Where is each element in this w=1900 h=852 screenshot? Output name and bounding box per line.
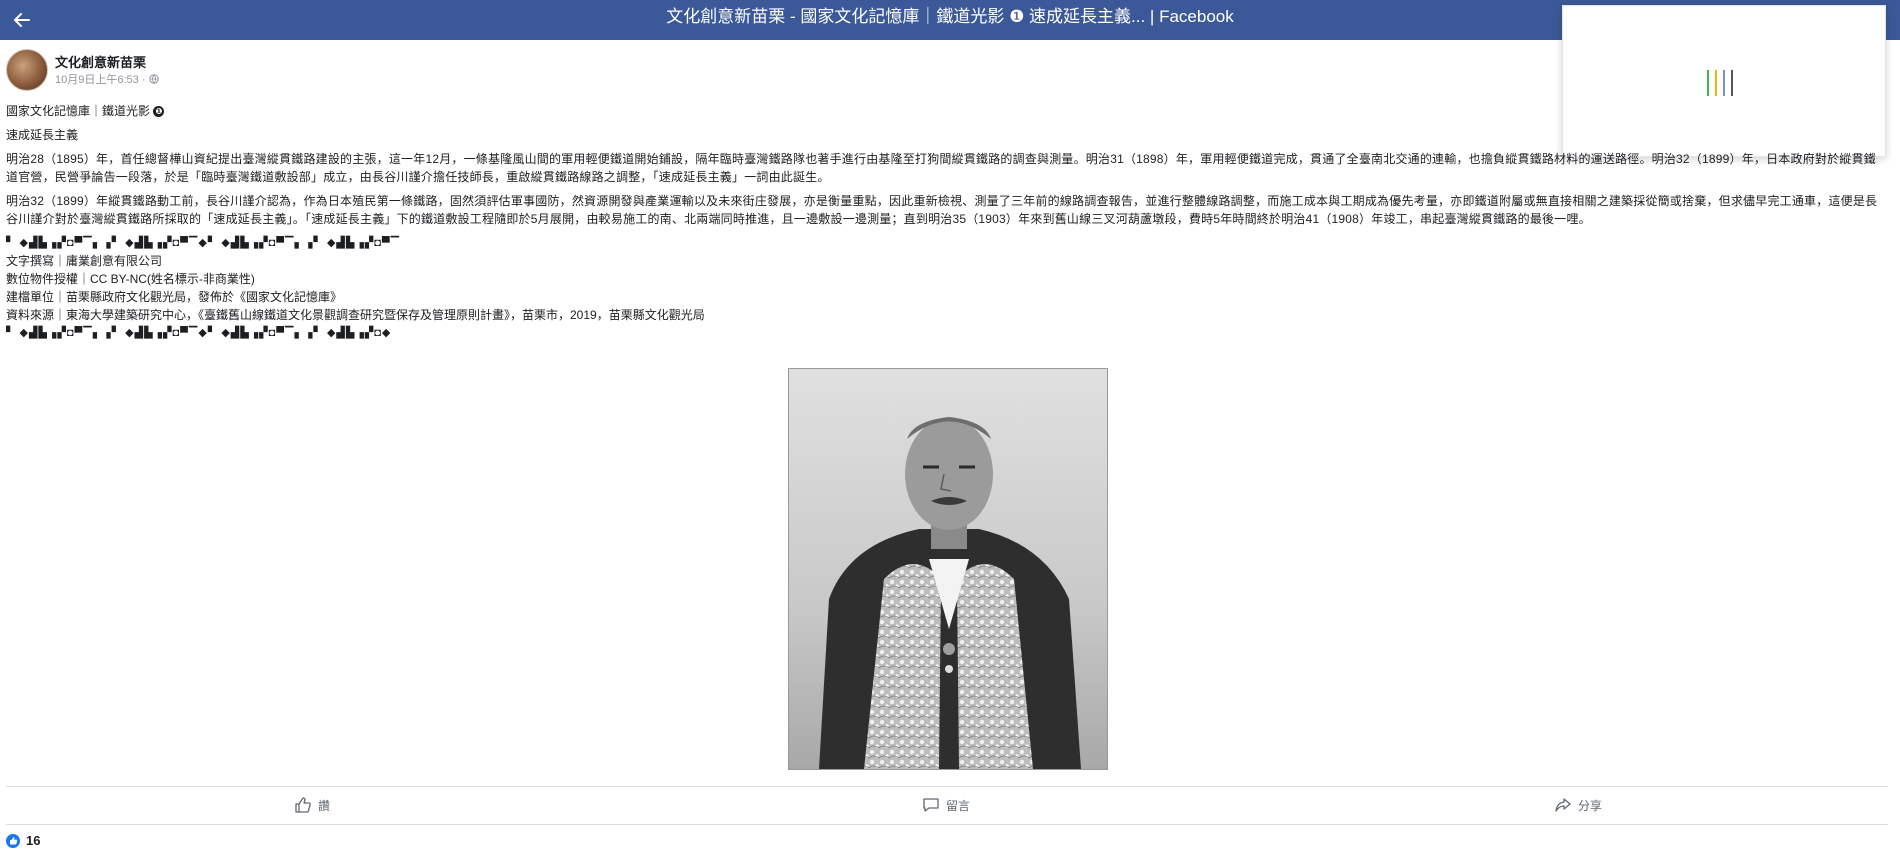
like-button[interactable]: 讚 (294, 787, 330, 823)
loading-bar (1715, 70, 1717, 96)
post-credits: ▘ ◆▟▙▗▞◘▀▔▖▗▘ ◆▟▙▗▞◘▀▔◆▘ ◆▟▙▗▞◘▀▔▖▗▘ ◆▟▙… (6, 234, 1886, 342)
decorative-divider: ▘ ◆▟▙▗▞◘▀▔▖▗▘ ◆▟▙▗▞◘▀▔◆▘ ◆▟▙▗▞◘▀▔▖▗▘ ◆▟▙… (6, 327, 392, 339)
reactions-summary[interactable]: 16 (6, 833, 40, 848)
post-paragraph-2: 明治32（1899）年縱貫鐵路動工前，長谷川謹介認為，作為日本殖民第一條鐵路，固… (6, 194, 1878, 226)
share-arrow-icon (1555, 798, 1571, 812)
post-actions-bar: 讚 留言 分享 (6, 787, 1888, 823)
post-paragraph-1: 明治28（1895）年，首任總督樺山資紀提出臺灣縱貫鐵路建設的主張，這一年12月… (6, 152, 1876, 184)
loading-bar (1723, 70, 1725, 96)
share-label: 分享 (1578, 798, 1603, 813)
like-reaction-icon (6, 833, 20, 848)
meta-separator: · (141, 74, 146, 86)
decorative-divider: ▘ ◆▟▙▗▞◘▀▔▖▗▘ ◆▟▙▗▞◘▀▔◆▘ ◆▟▙▗▞◘▀▔▖▗▘ ◆▟▙… (6, 237, 401, 249)
credit-line: 文字撰寫｜庸業創意有限公司 (6, 254, 163, 268)
credit-line: 建檔單位｜苗栗縣政府文化觀光局，發佈於《國家文化記憶庫》 (6, 290, 343, 304)
loading-bar (1707, 70, 1709, 96)
share-button[interactable]: 分享 (1554, 787, 1602, 823)
post-timestamp[interactable]: 10月9日上午6:53 (55, 74, 139, 86)
like-label: 讚 (318, 798, 331, 813)
thumbs-up-icon (295, 797, 311, 813)
avatar[interactable] (6, 49, 48, 91)
divider (6, 824, 1888, 825)
page-name-link[interactable]: 文化創意新苗栗 (55, 52, 146, 71)
portrait-photo (789, 369, 1107, 769)
post-headline: 國家文化記憶庫｜鐵道光影 ❶ (6, 102, 1886, 120)
comment-button[interactable]: 留言 (922, 787, 970, 823)
post-body: 國家文化記憶庫｜鐵道光影 ❶ 速成延長主義 明治28（1895）年，首任總督樺山… (6, 102, 1886, 342)
comment-label: 留言 (946, 798, 971, 813)
post-subtitle: 速成延長主義 (6, 128, 79, 142)
number-one-badge-icon: ❶ (153, 106, 165, 118)
speech-bubble-icon (923, 798, 939, 812)
loading-bar (1731, 70, 1733, 96)
credit-line: 數位物件授權｜CC BY-NC(姓名標示-非商業性) (6, 272, 255, 286)
credit-line: 資料來源｜東海大學建築研究中心，《臺鐵舊山線鐵道文化景觀調查研究暨保存及管理原則… (6, 308, 705, 322)
headline-text: 國家文化記憶庫｜鐵道光影 (6, 104, 151, 118)
post-photo[interactable] (788, 368, 1108, 770)
globe-icon (148, 74, 159, 84)
reaction-count: 16 (26, 833, 41, 848)
post-meta: 10月9日上午6:53 · (55, 71, 159, 87)
